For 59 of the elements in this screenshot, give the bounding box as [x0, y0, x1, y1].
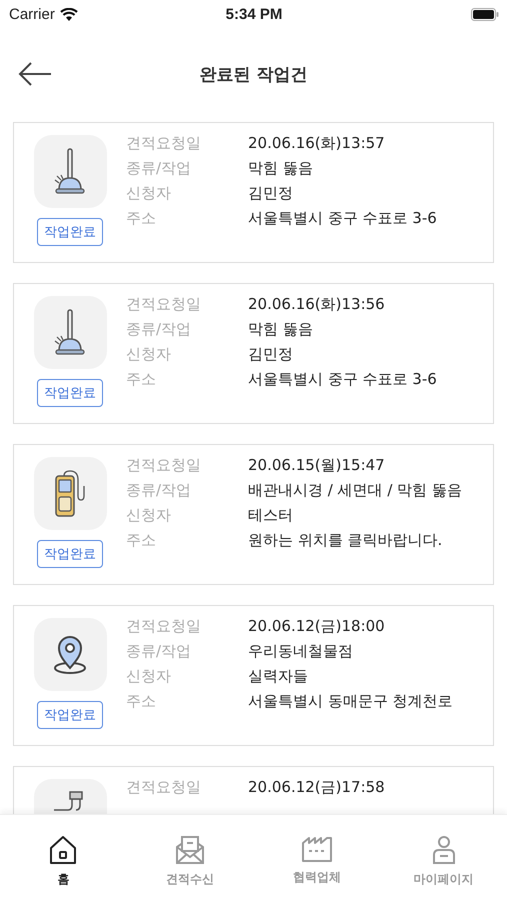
field-value: 테스터 — [248, 505, 294, 526]
home-icon — [48, 835, 78, 865]
envelope-icon — [175, 835, 206, 865]
tab-item[interactable]: 견적수신 — [126, 815, 254, 900]
carrier-name: Carrier — [9, 6, 55, 22]
plunger-icon — [53, 308, 87, 356]
status-button[interactable]: 작업완료 — [37, 218, 103, 246]
field-value: 실력자들 — [248, 666, 309, 687]
field-label: 신청자 — [126, 183, 172, 204]
tab-item[interactable]: 협력업체 — [254, 815, 380, 900]
field-value: 배관내시경 / 세면대 / 막힘 뚫음 — [248, 480, 462, 501]
job-card[interactable]: 작업완료 견적요청일 20.06.12(금)18:00 종류/작업 우리동네철물점 신청자 실력자들 주소 서울특별시 동매문구 청계천로 — [13, 605, 494, 746]
field-label: 신청자 — [126, 666, 172, 687]
field-label: 종류/작업 — [126, 319, 192, 340]
field-label: 견적요청일 — [126, 777, 202, 798]
field-label: 신청자 — [126, 505, 172, 526]
tab-item[interactable]: 마이페이지 — [380, 815, 507, 900]
field-label: 견적요청일 — [126, 294, 202, 315]
plunger-icon — [53, 148, 87, 196]
field-label: 주소 — [126, 369, 157, 390]
location-pin-icon — [53, 634, 87, 674]
job-card[interactable]: 작업완료 견적요청일 20.06.16(화)13:57 종류/작업 막힘 뚫음 신청자 김민정 주소 서울특별시 중구 수표로 3-6 — [13, 122, 494, 263]
page-title: 완료된 작업건 — [200, 64, 308, 86]
field-label: 종류/작업 — [126, 158, 192, 179]
field-label: 견적요청일 — [126, 133, 202, 154]
field-value: 김민정 — [248, 344, 294, 365]
field-label: 주소 — [126, 530, 157, 551]
person-icon — [432, 835, 456, 865]
field-value: 20.06.12(금)17:58 — [248, 777, 385, 798]
field-label: 견적요청일 — [126, 455, 202, 476]
field-value: 김민정 — [248, 183, 294, 204]
field-label: 종류/작업 — [126, 480, 192, 501]
field-value: 20.06.12(금)18:00 — [248, 616, 386, 637]
status-button[interactable]: 작업완료 — [37, 540, 103, 568]
field-value: 20.06.15(월)15:47 — [248, 455, 386, 476]
status-button[interactable]: 작업완료 — [37, 701, 103, 729]
battery-icon — [470, 8, 499, 20]
field-value: 20.06.16(화)13:57 — [248, 133, 386, 154]
job-card[interactable]: 작업완료 견적요청일 20.06.16(화)13:56 종류/작업 막힘 뚫음 신청자 김민정 주소 서울특별시 중구 수표로 3-6 — [13, 283, 494, 424]
field-value: 원하는 위치를 클릭바랍니다. — [248, 530, 444, 551]
field-label: 견적요청일 — [126, 616, 202, 637]
field-label: 주소 — [126, 691, 157, 712]
field-value: 서울특별시 동매문구 청계천로 — [248, 691, 453, 712]
wifi-icon — [60, 8, 78, 20]
field-label: 신청자 — [126, 344, 172, 365]
back-button[interactable] — [18, 60, 52, 88]
factory-icon — [300, 835, 333, 863]
tab-item[interactable]: 홈 — [0, 815, 127, 900]
status-button[interactable]: 작업완료 — [37, 379, 103, 407]
field-label: 종류/작업 — [126, 641, 192, 662]
field-value: 서울특별시 중구 수표로 3-6 — [248, 208, 437, 229]
job-card[interactable]: 작업완료 견적요청일 20.06.15(월)15:47 종류/작업 배관내시경 / 세면대 / 막힘 뚫음 신청자 테스터 주소 원하는 위치를 클릭바랍니다. — [13, 444, 494, 585]
field-value: 20.06.16(화)13:56 — [248, 294, 386, 315]
field-value: 막힘 뚫음 — [248, 319, 314, 340]
field-label: 주소 — [126, 208, 157, 229]
status-time: 5:34 PM — [226, 6, 282, 22]
field-value: 우리동네철물점 — [248, 641, 354, 662]
field-value: 막힘 뚫음 — [248, 158, 314, 179]
field-value: 서울특별시 중구 수표로 3-6 — [248, 369, 437, 390]
